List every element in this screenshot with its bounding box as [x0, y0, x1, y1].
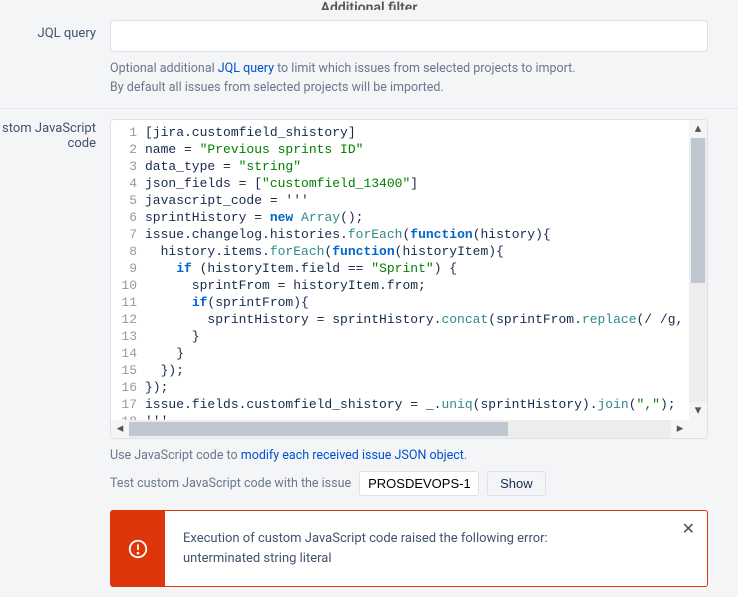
- error-line1: Execution of custom JavaScript code rais…: [183, 529, 667, 549]
- code-gutter: 1234567891011121314151617181920: [111, 120, 145, 420]
- test-label: Test custom JavaScript code with the iss…: [110, 476, 351, 491]
- jql-help-link[interactable]: JQL query: [218, 61, 274, 76]
- code-helper: Use JavaScript code to modify each recei…: [110, 447, 708, 466]
- scroll-down-icon[interactable]: ▾: [689, 402, 707, 420]
- show-button[interactable]: Show: [487, 471, 546, 496]
- code-label: stom JavaScript code: [0, 119, 110, 588]
- error-flag: Execution of custom JavaScript code rais…: [110, 510, 708, 587]
- vscroll-thumb[interactable]: [691, 138, 705, 283]
- error-icon: [111, 511, 165, 586]
- test-issue-input[interactable]: [359, 471, 479, 496]
- scroll-up-icon[interactable]: ▴: [689, 120, 707, 138]
- code-body[interactable]: [jira.customfield_shistory]name = "Previ…: [145, 120, 689, 420]
- error-line2: unterminated string literal: [183, 549, 667, 569]
- code-help-link[interactable]: modify each received issue JSON object: [241, 448, 464, 463]
- jql-helper: Optional additional JQL query to limit w…: [110, 60, 708, 98]
- section-title: Additional filter: [0, 0, 738, 10]
- editor-hscroll[interactable]: ◂ ▸: [111, 420, 689, 438]
- jql-label: JQL query: [0, 20, 110, 98]
- scroll-left-icon[interactable]: ◂: [111, 420, 129, 438]
- scroll-right-icon[interactable]: ▸: [671, 420, 689, 438]
- code-editor[interactable]: 1234567891011121314151617181920 [jira.cu…: [110, 119, 708, 439]
- jql-input[interactable]: [110, 20, 708, 52]
- editor-vscroll[interactable]: ▴ ▾: [689, 120, 707, 420]
- close-icon[interactable]: ✕: [682, 521, 695, 537]
- hscroll-thumb[interactable]: [129, 422, 508, 436]
